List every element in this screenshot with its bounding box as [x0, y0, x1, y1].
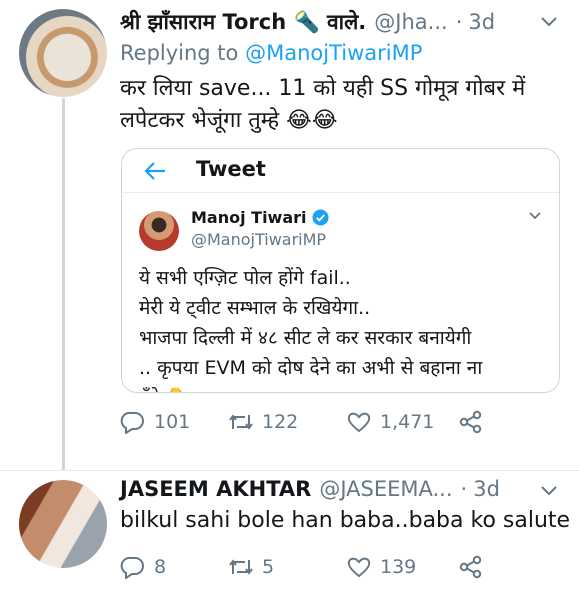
quoted-card-header: Tweet [122, 149, 559, 193]
quoted-tweet-text: ये सभी एग्ज़िट पोल होंगे fail.. मेरी ये … [139, 263, 559, 392]
like-icon [347, 412, 371, 433]
author-name[interactable]: JASEEM AKHTAR [120, 477, 311, 501]
replying-to-label: Replying to [120, 41, 239, 65]
chevron-down-icon[interactable] [529, 212, 541, 220]
reply-icon [120, 411, 144, 434]
retweet-icon [229, 559, 253, 575]
retweet-icon [229, 414, 253, 430]
verified-badge-icon [311, 209, 329, 226]
author-handle[interactable]: @Jha... [374, 10, 447, 34]
tweet-text: कर लिया save... 11 को यही SS गोमूत्र गोब… [120, 73, 560, 137]
like-count: 139 [380, 556, 417, 578]
reply-count: 101 [154, 411, 191, 433]
like-icon [347, 557, 371, 578]
back-arrow-icon[interactable] [144, 161, 166, 181]
tweet-text-line: कर लिया save... 11 को यही SS गोमूत्र गोब… [120, 76, 526, 101]
separator-dot: · [455, 10, 463, 34]
reply-count: 8 [154, 556, 167, 578]
tweet-text-line: लपेटकर भेजूंगा तुम्हे 😂😂 [120, 108, 338, 133]
replying-to-line: Replying to @ManojTiwariMP [120, 41, 422, 65]
tweet-header: JASEEM AKHTAR @JASEEMA... · 3d [120, 475, 500, 503]
quoted-text-line: ढूँढे 👇 [139, 383, 559, 392]
quoted-text-line: भाजपा दिल्ली में ४८ सीट ले कर सरकार बनाय… [139, 327, 472, 349]
quoted-tweet-card[interactable]: Tweet Manoj Tiwari @ManojTiwariMP ये सभी… [121, 148, 560, 393]
timestamp[interactable]: 3d [473, 477, 500, 501]
retweet-count: 5 [262, 556, 275, 578]
quoted-author-name-text: Manoj Tiwari [191, 208, 307, 227]
quoted-text-line: .. कृपया EVM को दोष देने का अभी से बहाना… [139, 357, 483, 379]
share-icon [459, 410, 482, 434]
tweet-header: श्री झाँसाराम Torch 🔦 वाले. @Jha... · 3d [120, 8, 495, 36]
timestamp[interactable]: 3d [468, 10, 495, 34]
author-name[interactable]: श्री झाँसाराम Torch 🔦 वाले. [120, 8, 366, 36]
reply-button[interactable]: 101 [120, 410, 228, 434]
reply-button[interactable]: 8 [120, 555, 228, 579]
quoted-text-line: मेरी ये ट्वीट सम्भाल के रखियेगा.. [139, 297, 371, 319]
quoted-card-title: Tweet [196, 157, 266, 181]
share-button[interactable] [458, 410, 492, 434]
tweet-actions: 8 5 139 [120, 555, 492, 579]
share-icon [459, 555, 482, 579]
chevron-down-icon[interactable] [541, 486, 557, 496]
share-button[interactable] [458, 555, 492, 579]
quoted-author-name[interactable]: Manoj Tiwari [191, 208, 329, 227]
chevron-down-icon[interactable] [541, 17, 557, 27]
author-handle[interactable]: @JASEEMA... [319, 477, 452, 501]
like-button[interactable]: 1,471 [346, 410, 458, 434]
replying-to-mention[interactable]: @ManojTiwariMP [245, 41, 422, 65]
quoted-avatar[interactable] [139, 211, 179, 251]
like-count: 1,471 [380, 411, 435, 433]
tweet-text: bilkul sahi bole han baba..baba ko salut… [120, 508, 571, 533]
reply-tweet[interactable]: श्री झाँसाराम Torch 🔦 वाले. @Jha... · 3d… [0, 0, 579, 470]
quoted-text-line: ये सभी एग्ज़िट पोल होंगे fail.. [139, 267, 351, 289]
retweet-count: 122 [262, 411, 299, 433]
tweet-actions: 101 122 1,471 [120, 410, 492, 434]
retweet-button[interactable]: 122 [228, 410, 346, 434]
avatar[interactable] [19, 9, 107, 97]
retweet-button[interactable]: 5 [228, 555, 346, 579]
reply-icon [120, 556, 144, 579]
separator-dot: · [460, 477, 468, 501]
like-button[interactable]: 139 [346, 555, 458, 579]
quoted-author-handle[interactable]: @ManojTiwariMP [191, 230, 326, 249]
avatar[interactable] [19, 480, 107, 568]
